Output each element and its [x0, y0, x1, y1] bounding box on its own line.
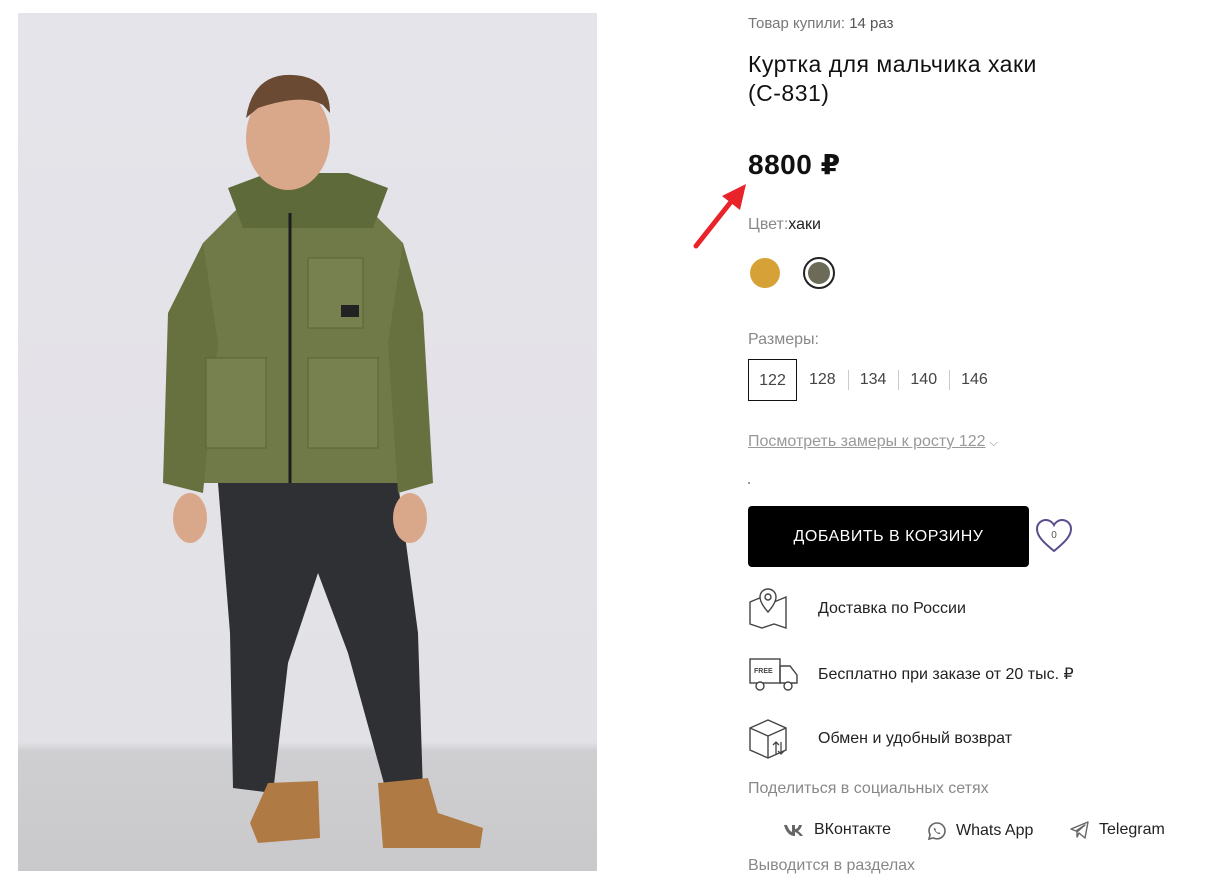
whatsapp-icon: [927, 821, 947, 841]
purchase-count: Товар купили: 14 раз: [748, 15, 893, 32]
size-option-134[interactable]: 134: [847, 359, 899, 401]
chevron-down-icon: ⌵: [989, 437, 998, 449]
measurements-link[interactable]: Посмотреть замеры к росту 122 ⌵: [748, 433, 998, 451]
free-truck-icon: FREE: [749, 658, 798, 691]
vk-icon: [783, 823, 805, 837]
box-exchange-icon: [749, 719, 787, 759]
product-photo[interactable]: [18, 13, 597, 871]
feature-returns-text: Обмен и удобный возврат: [818, 730, 1013, 747]
svg-text:FREE: FREE: [754, 668, 773, 675]
share-whatsapp-label: Whats App: [956, 822, 1034, 839]
sizes-label: Размеры:: [748, 331, 819, 348]
sections-label: Выводится в разделах: [748, 857, 916, 874]
color-label: Цвет:хаки: [748, 216, 821, 234]
size-selector: 122 128 134 140 146: [748, 359, 1000, 401]
map-pin-icon: [749, 588, 787, 629]
boy-in-khaki-jacket-image: [163, 74, 483, 848]
product-title: Куртка для мальчика хаки (С-831): [748, 51, 1037, 106]
telegram-icon: [1070, 821, 1090, 839]
feature-delivery: Доставка по России: [748, 588, 966, 630]
size-option-122[interactable]: 122: [748, 359, 797, 401]
share-vk-label: ВКонтакте: [814, 821, 891, 838]
feature-free-shipping-text: Бесплатно при заказе от 20 тыс. ₽: [818, 666, 1074, 683]
product-price: 8800 ₽: [748, 149, 841, 180]
swatch-fill: [808, 262, 830, 284]
share-telegram-label: Telegram: [1099, 821, 1165, 838]
purchase-count-label: Товар купили:: [748, 15, 846, 32]
feature-returns: Обмен и удобный возврат: [748, 718, 1012, 760]
size-option-140[interactable]: 140: [898, 359, 949, 401]
size-option-146[interactable]: 146: [949, 359, 1000, 401]
measurements-link-text: Посмотреть замеры к росту 122: [748, 433, 986, 450]
divider-dot: [748, 482, 750, 484]
wishlist-count: 0: [1051, 530, 1057, 541]
share-whatsapp-link[interactable]: Whats App: [927, 821, 1033, 841]
color-value: хаки: [788, 216, 821, 233]
feature-free-shipping: FREE Бесплатно при заказе от 20 тыс. ₽: [748, 653, 1074, 695]
purchase-count-value: 14 раз: [849, 15, 894, 32]
color-swatch-khaki-selected[interactable]: [803, 257, 835, 289]
color-swatch-mustard[interactable]: [750, 258, 780, 288]
feature-delivery-text: Доставка по России: [818, 600, 966, 617]
add-to-cart-button[interactable]: ДОБАВИТЬ В КОРЗИНУ: [748, 506, 1029, 567]
color-label-text: Цвет:: [748, 216, 789, 233]
share-label: Поделиться в социальных сетях: [748, 780, 989, 797]
share-telegram-link[interactable]: Telegram: [1070, 821, 1165, 839]
red-arrow-annotation-icon: [693, 184, 746, 249]
size-option-128[interactable]: 128: [797, 359, 848, 401]
share-vk-link[interactable]: ВКонтакте: [783, 821, 891, 839]
